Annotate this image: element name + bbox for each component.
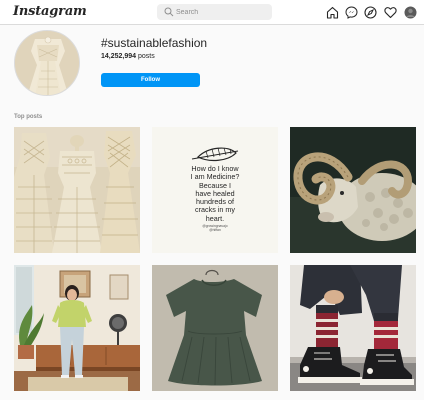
top-navigation-bar: Instagram bbox=[0, 0, 424, 25]
post-count: 14,252,994 posts bbox=[101, 53, 155, 60]
quote-line: heart. bbox=[205, 213, 225, 223]
post-sneakers-socks[interactable] bbox=[290, 265, 416, 391]
hashtag-profile-image bbox=[14, 30, 80, 96]
post-ram-painting[interactable] bbox=[290, 127, 416, 253]
hashtag-title: #sustainablefashion bbox=[101, 36, 208, 50]
sneakers-image bbox=[290, 265, 416, 391]
top-posts-heading: Top posts bbox=[14, 114, 43, 120]
home-icon[interactable] bbox=[326, 6, 339, 19]
quote-text: How do I know I am Medicine? Because I h… bbox=[170, 164, 260, 223]
post-green-dress[interactable] bbox=[152, 265, 278, 391]
lace-dress-thumbnail bbox=[15, 31, 79, 95]
heart-icon[interactable] bbox=[384, 6, 397, 19]
messenger-icon[interactable] bbox=[345, 6, 358, 19]
post-count-label: posts bbox=[138, 53, 155, 60]
ram-painting-image bbox=[290, 127, 416, 253]
search-box[interactable] bbox=[157, 4, 272, 20]
instagram-logo[interactable]: Instagram bbox=[13, 4, 87, 19]
quote-handles: @growingnavajo @hiffan bbox=[170, 224, 260, 232]
search-input[interactable] bbox=[176, 5, 266, 19]
post-lace-dresses[interactable] bbox=[14, 127, 140, 253]
green-dress-image bbox=[152, 265, 278, 391]
explore-icon[interactable] bbox=[364, 6, 377, 19]
quote-handle: @hiffan bbox=[209, 228, 221, 233]
search-icon bbox=[164, 7, 174, 17]
woman-in-room-image bbox=[14, 265, 140, 391]
post-count-number: 14,252,994 bbox=[101, 53, 137, 60]
follow-button[interactable]: Follow bbox=[101, 73, 200, 87]
lace-dresses-image bbox=[14, 127, 140, 253]
post-woman-in-room[interactable] bbox=[14, 265, 140, 391]
avatar[interactable] bbox=[404, 6, 417, 19]
post-quote[interactable]: How do I know I am Medicine? Because I h… bbox=[152, 127, 278, 253]
